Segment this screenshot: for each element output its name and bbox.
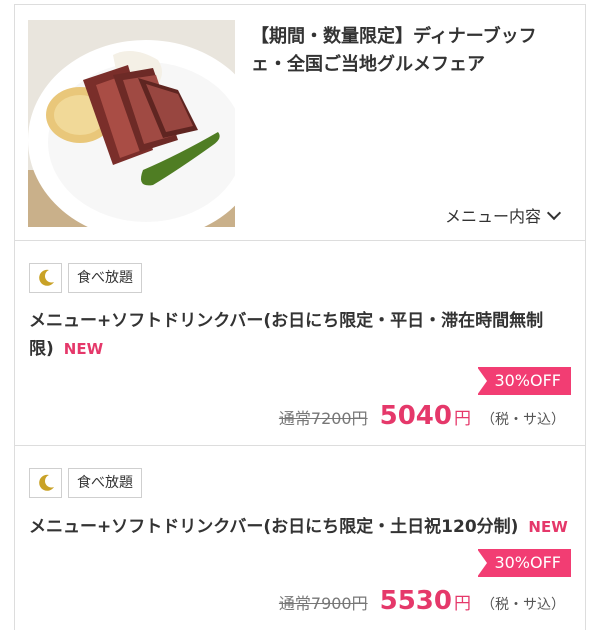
regular-price: 通常7900円 [278, 594, 368, 613]
menu-contents-toggle[interactable]: メニュー内容 [445, 203, 562, 227]
currency-label: 円 [454, 594, 471, 614]
moon-icon [29, 468, 62, 498]
new-badge: NEW [528, 518, 568, 536]
tax-note: （税・サ込） [481, 597, 565, 613]
course-header: 【期間・数量限定】ディナーブッフェ・全国ご当地グルメフェア メニュー内容 [15, 5, 585, 241]
moon-icon [29, 263, 62, 293]
tag-all-you-can-eat: 食べ放題 [68, 468, 142, 498]
sale-price: 5530 [379, 586, 452, 616]
plan-item[interactable]: 食べ放題 メニュー+ソフトドリンクバー(お日にち限定・土日祝120分制) NEW … [15, 446, 585, 631]
plan-list: 【期間・数量限定】ディナーブッフェ・全国ご当地グルメフェア メニュー内容 食べ放… [14, 4, 586, 630]
currency-label: 円 [454, 409, 471, 429]
discount-badge: 30%OFF [477, 549, 571, 577]
new-badge: NEW [63, 340, 104, 358]
plan-name[interactable]: メニュー+ソフトドリンクバー(お日にち限定・土日祝120分制) NEW [29, 513, 589, 541]
steak-plate-image [28, 20, 235, 227]
plan-tags: 食べ放題 [29, 468, 142, 498]
plan-item[interactable]: 食べ放題 メニュー+ソフトドリンクバー(お日にち限定・平日・滞在時間無制限) NE… [15, 241, 585, 446]
price-row: 通常7200円 5040 円 （税・サ込） [279, 401, 565, 431]
plan-name[interactable]: メニュー+ソフトドリンクバー(お日にち限定・平日・滞在時間無制限) NEW [29, 307, 569, 363]
price-row: 通常7900円 5530 円 （税・サ込） [279, 586, 565, 616]
tag-all-you-can-eat: 食べ放題 [68, 263, 142, 293]
plan-name-text: メニュー+ソフトドリンクバー(お日にち限定・土日祝120分制) [29, 517, 519, 537]
tax-note: （税・サ込） [481, 412, 565, 428]
chevron-down-icon [546, 205, 562, 220]
plan-name-text: メニュー+ソフトドリンクバー(お日にち限定・平日・滞在時間無制限) [29, 311, 544, 359]
course-title: 【期間・数量限定】ディナーブッフェ・全国ご当地グルメフェア [251, 26, 537, 75]
regular-price: 通常7200円 [278, 409, 368, 428]
menu-contents-label: メニュー内容 [445, 207, 542, 226]
sale-price: 5040 [379, 401, 452, 431]
plan-tags: 食べ放題 [29, 263, 142, 293]
discount-badge: 30%OFF [477, 367, 571, 395]
course-photo[interactable] [28, 20, 235, 227]
